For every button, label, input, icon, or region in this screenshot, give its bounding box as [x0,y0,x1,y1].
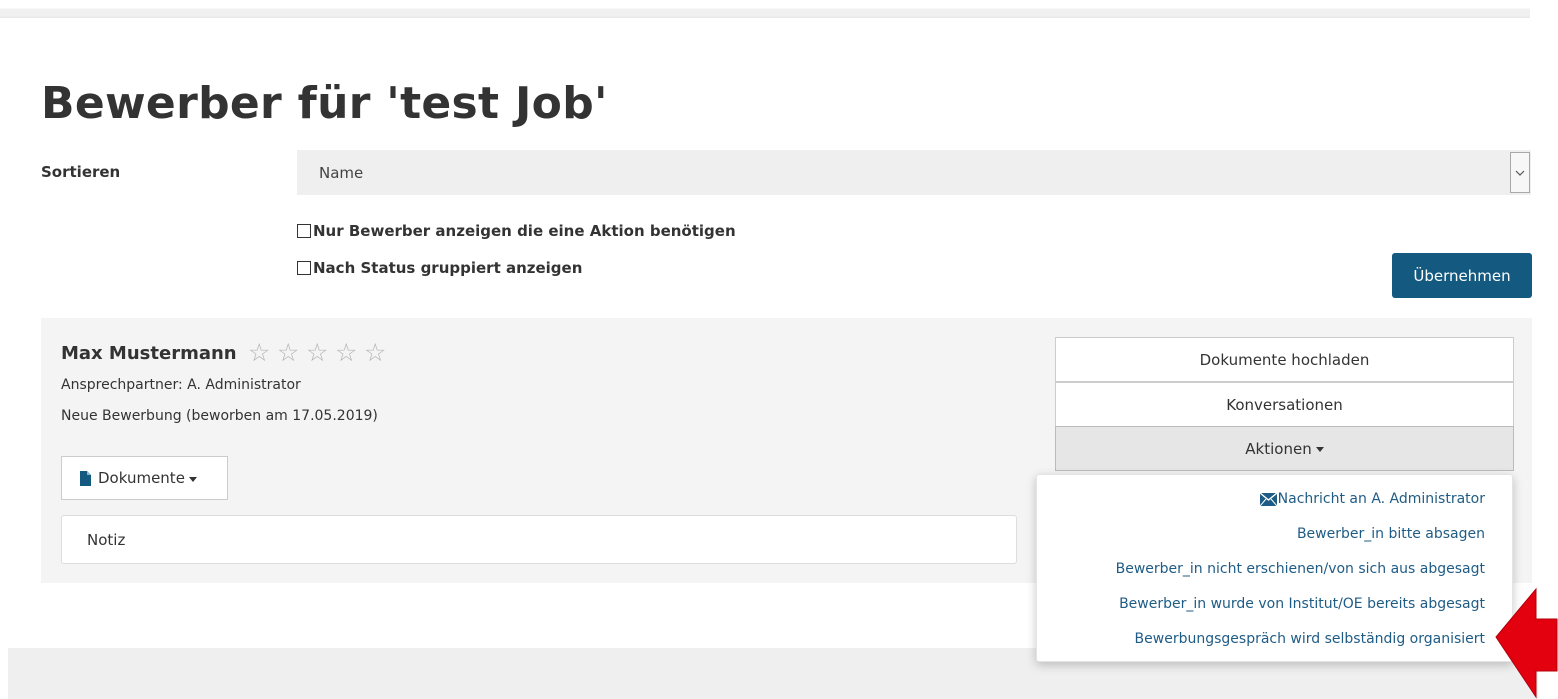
star-icon[interactable]: ☆ [335,338,364,368]
apply-button[interactable]: Übernehmen [1392,253,1532,298]
contact-person: Ansprechpartner: A. Administrator [61,377,301,393]
page-title: Bewerber für 'test Job' [41,78,608,129]
menu-item-no-show[interactable]: Bewerber_in nicht erschienen/von sich au… [1116,561,1485,577]
only-action-checkbox-row[interactable]: Nur Bewerber anzeigen die eine Aktion be… [297,222,736,240]
only-action-checkbox-label: Nur Bewerber anzeigen die eine Aktion be… [313,222,736,240]
top-bar [0,0,1530,18]
chevron-down-icon[interactable] [1510,152,1530,193]
documents-label: Dokumente [98,469,185,487]
star-icon[interactable]: ☆ [248,338,277,368]
menu-item-self-organized-interview[interactable]: Bewerbungsgespräch wird selbständig orga… [1135,631,1485,647]
application-status: Neue Bewerbung (beworben am 17.05.2019) [61,408,378,424]
upload-documents-button[interactable]: Dokumente hochladen [1055,337,1514,382]
red-arrow-annotation [1495,587,1558,699]
sort-select-value: Name [319,164,364,182]
sort-label: Sortieren [41,163,121,181]
applicant-name[interactable]: Max Mustermann [61,343,237,364]
caret-down-icon [1315,447,1324,452]
rating-stars[interactable]: ☆ ☆ ☆ ☆ ☆ [248,338,393,368]
actions-dropdown-button[interactable]: Aktionen [1055,426,1514,471]
note-field[interactable]: Notiz [61,515,1017,564]
sort-select[interactable]: Name [297,150,1531,195]
conversations-button[interactable]: Konversationen [1055,382,1514,427]
only-action-checkbox[interactable] [297,224,311,238]
star-icon[interactable]: ☆ [306,338,335,368]
group-by-status-checkbox[interactable] [297,261,311,275]
menu-item-message-label: Nachricht an A. Administrator [1277,491,1485,507]
menu-item-message[interactable]: Nachricht an A. Administrator [1259,491,1485,507]
star-icon[interactable]: ☆ [277,338,306,368]
group-by-status-checkbox-label: Nach Status gruppiert anzeigen [313,259,583,277]
caret-down-icon [188,476,197,482]
document-icon [80,470,91,486]
star-icon[interactable]: ☆ [364,338,393,368]
menu-item-reject[interactable]: Bewerber_in bitte absagen [1297,526,1485,542]
actions-menu: Nachricht an A. Administrator Bewerber_i… [1036,474,1513,662]
actions-label: Aktionen [1245,439,1312,458]
envelope-icon [1259,492,1277,506]
documents-dropdown-button[interactable]: Dokumente [61,456,228,500]
menu-item-already-rejected[interactable]: Bewerber_in wurde von Institut/OE bereit… [1119,596,1485,612]
group-by-status-checkbox-row[interactable]: Nach Status gruppiert anzeigen [297,259,582,277]
